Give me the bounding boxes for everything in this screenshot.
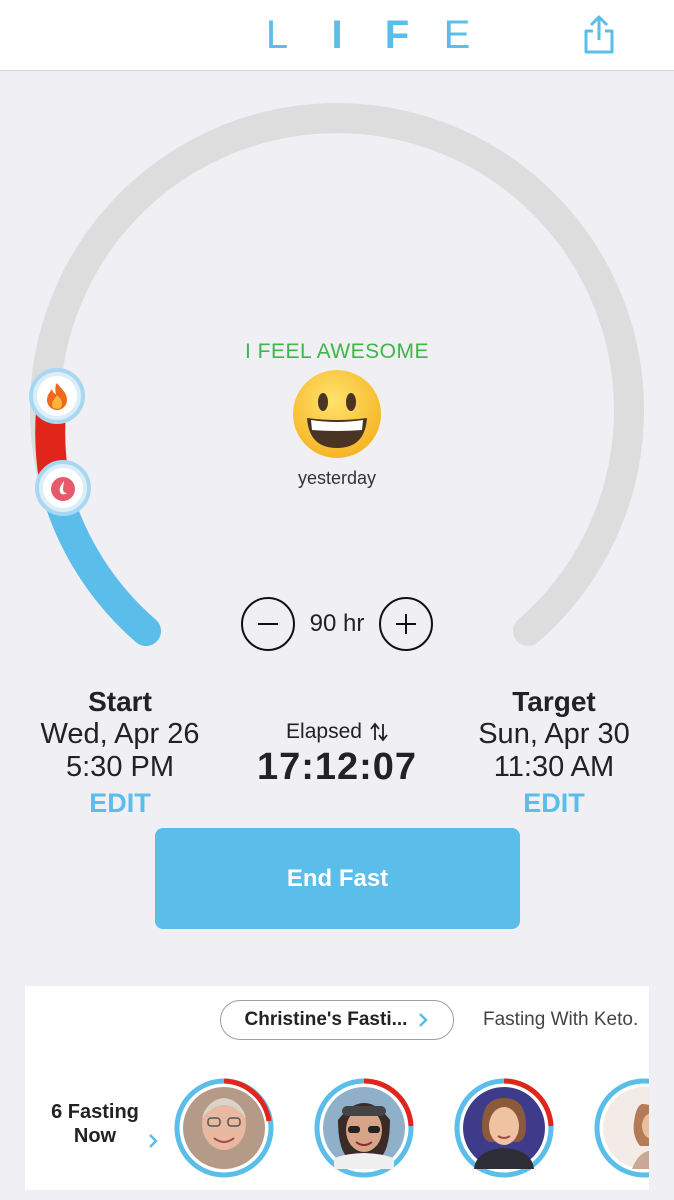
logo-letter-f: F (384, 13, 410, 57)
elapsed-toggle[interactable]: Elapsed (286, 720, 388, 744)
flame-icon (47, 383, 67, 410)
edit-start-button[interactable]: EDIT (20, 788, 220, 819)
elapsed-label: Elapsed (286, 720, 362, 743)
plus-icon (395, 614, 416, 634)
edit-target-button[interactable]: EDIT (454, 788, 654, 819)
start-section: Start Wed, Apr 26 5:30 PM EDIT (20, 686, 220, 819)
app-logo: L I F E (262, 13, 472, 58)
mood-title: I FEEL AWESOME (245, 340, 429, 363)
member-avatar[interactable] (592, 1076, 649, 1180)
end-fast-button[interactable]: End Fast (155, 828, 520, 929)
fasting-now-count: 6 Fasting (51, 1101, 139, 1123)
elapsed-section: Elapsed 17:12:07 (237, 720, 437, 789)
logo-letter-l: L (265, 13, 289, 57)
logo-letter-e: E (443, 13, 471, 57)
community-panel: Christine's Fasti... Fasting With Keto. … (25, 986, 649, 1190)
target-label: Target (512, 686, 596, 717)
member-avatar[interactable] (172, 1076, 276, 1180)
grinning-face-icon[interactable] (291, 368, 383, 460)
mood-timestamp: yesterday (297, 468, 377, 488)
start-date: Wed, Apr 26 (40, 718, 200, 750)
duration-value: 90 hr (309, 610, 365, 637)
logo-letter-i: I (331, 13, 343, 57)
start-time: 5:30 PM (66, 751, 174, 783)
member-avatar[interactable] (452, 1076, 556, 1180)
target-section: Target Sun, Apr 30 11:30 AM EDIT (454, 686, 654, 819)
fasting-now-label: Now (73, 1125, 117, 1147)
swap-icon (370, 722, 388, 742)
member-avatar[interactable] (312, 1076, 416, 1180)
circle-tab-active-label: Christine's Fasti... (244, 1009, 408, 1030)
app-header: L I F E (0, 0, 674, 71)
duration-stepper: 90 hr (241, 596, 433, 652)
increase-duration-button[interactable] (378, 597, 433, 651)
elapsed-time: 17:12:07 (256, 746, 418, 788)
fasting-now-link[interactable]: 6 Fasting Now (35, 1100, 158, 1148)
minus-icon (258, 623, 278, 625)
share-button[interactable] (580, 14, 618, 56)
chevron-right-icon (419, 1013, 429, 1027)
chevron-right-icon (149, 1134, 158, 1148)
target-time: 11:30 AM (493, 751, 615, 783)
decrease-duration-button[interactable] (241, 597, 295, 651)
start-label: Start (88, 686, 152, 717)
circle-tab-active[interactable]: Christine's Fasti... (220, 1000, 454, 1040)
share-icon (584, 15, 614, 54)
target-date: Sun, Apr 30 (478, 718, 630, 750)
fat-burning-stage-badge[interactable] (29, 368, 85, 424)
circle-tab-other[interactable]: Fasting With Keto. (483, 1009, 638, 1031)
